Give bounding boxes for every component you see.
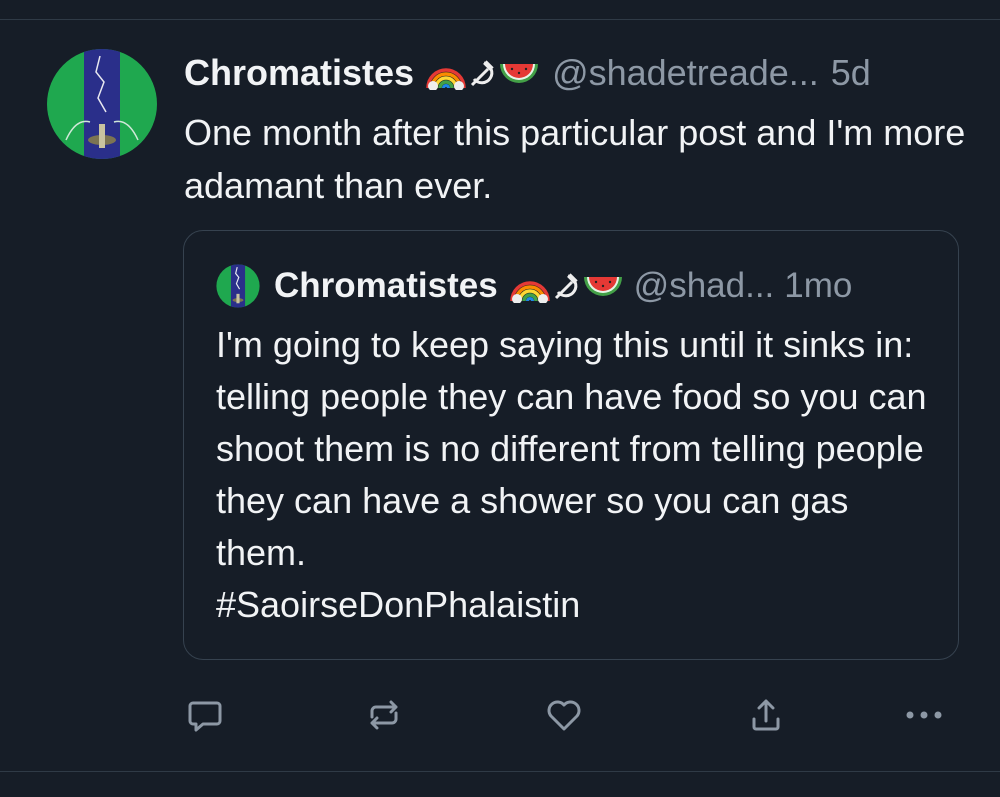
post-header: Chromatistes @shadetreade... 5d — [184, 48, 871, 98]
rainbow-icon — [426, 68, 466, 90]
quoted-author-display-name[interactable]: Chromatistes — [274, 266, 498, 306]
watermelon-icon — [500, 64, 539, 83]
quoted-post-body: I'm going to keep saying this until it s… — [216, 324, 927, 573]
quoted-author-handle[interactable]: @shad... — [634, 266, 775, 306]
author-handle[interactable]: @shadetreade... — [552, 52, 819, 94]
avatar-green-blue-icon — [216, 264, 260, 308]
post-text: One month after this particular post and… — [184, 112, 966, 206]
more-icon — [906, 711, 942, 719]
avatar-green-blue-icon — [47, 49, 157, 159]
more-options-button[interactable] — [899, 690, 949, 740]
rainbow-icon — [509, 281, 550, 303]
repost-icon — [370, 700, 398, 730]
author-avatar[interactable] — [46, 48, 158, 160]
reply-button[interactable] — [180, 690, 230, 740]
share-button[interactable] — [741, 690, 791, 740]
hashtag-link[interactable]: #SaoirseDonPhalaistin — [216, 584, 580, 625]
watermelon-icon — [583, 277, 622, 296]
top-divider — [0, 19, 1000, 20]
quoted-post-card[interactable]: Chromatistes @shad... 1mo I'm going to k… — [183, 230, 959, 660]
author-display-name[interactable]: Chromatistes — [184, 52, 414, 94]
quoted-post-header: Chromatistes @shad... 1mo — [274, 261, 852, 311]
share-icon — [752, 699, 780, 731]
quoted-post-text: I'm going to keep saying this until it s… — [216, 319, 936, 631]
hammer-and-sickle-icon — [471, 60, 494, 87]
comment-icon — [188, 701, 222, 732]
heart-icon — [547, 700, 581, 731]
bottom-divider — [0, 771, 1000, 772]
author-emoji-group — [426, 56, 540, 90]
hammer-and-sickle-icon — [554, 273, 578, 300]
quoted-post-timestamp[interactable]: 1mo — [784, 266, 852, 306]
quoted-author-avatar[interactable] — [216, 264, 260, 308]
post-timestamp[interactable]: 5d — [831, 52, 871, 94]
quoted-author-emoji-group — [509, 269, 624, 303]
like-button[interactable] — [539, 690, 589, 740]
action-bar — [0, 690, 1000, 740]
repost-button[interactable] — [359, 690, 409, 740]
